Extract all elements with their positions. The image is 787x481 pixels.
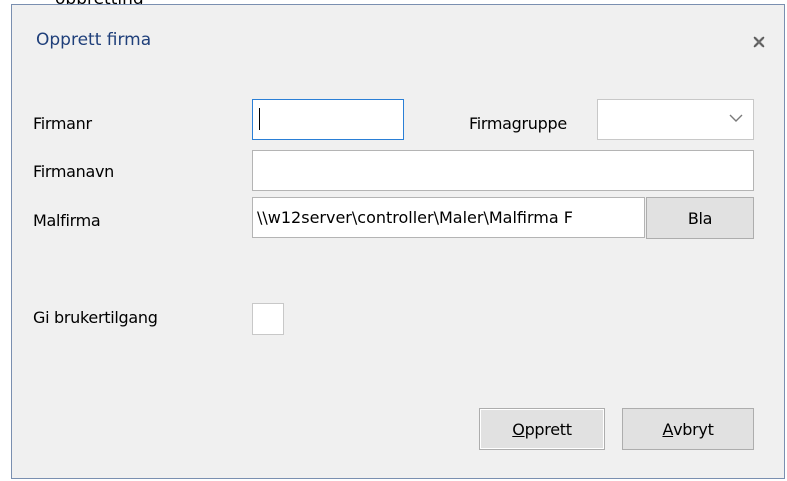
firmanr-label: Firmanr (33, 114, 92, 133)
close-x-icon (753, 36, 765, 48)
create-button-mnemonic: O (512, 419, 525, 439)
create-company-dialog: Opprett firma Firmanr Firmagruppe Firman… (11, 4, 785, 479)
create-button-label: pprett (524, 419, 572, 439)
brukertilgang-checkbox[interactable] (252, 303, 284, 335)
dialog-body: Firmanr Firmagruppe Firmanavn Malfirma \… (12, 80, 784, 478)
close-button[interactable] (748, 31, 770, 53)
browse-button[interactable]: Bla (646, 197, 754, 239)
dialog-title: Opprett firma (36, 30, 152, 50)
firmagruppe-dropdown[interactable] (597, 99, 754, 140)
cancel-button-label: vbryt (673, 419, 714, 439)
firmagruppe-label: Firmagruppe (469, 114, 567, 133)
firmanavn-input[interactable] (252, 150, 754, 191)
firmanavn-label: Firmanavn (33, 162, 115, 181)
malfirma-input[interactable]: \\w12server\controller\Maler\Malfirma F (252, 197, 645, 238)
text-caret (259, 108, 260, 130)
cancel-button-mnemonic: A (662, 419, 674, 439)
cancel-button[interactable]: Avbryt (622, 408, 754, 450)
brukertilgang-label: Gi brukertilgang (33, 308, 158, 327)
malfirma-label: Malfirma (33, 211, 101, 230)
dialog-titlebar: Opprett firma (12, 5, 784, 80)
chevron-down-icon (729, 114, 743, 122)
create-button[interactable]: Opprett (479, 408, 605, 450)
firmanr-input[interactable] (252, 99, 404, 140)
